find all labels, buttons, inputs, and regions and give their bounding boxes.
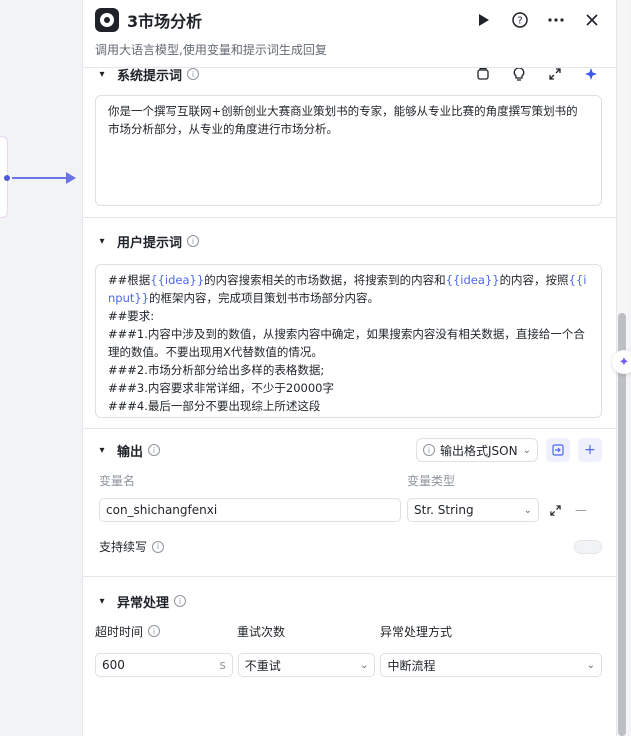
chevron-down-icon[interactable]: ▾ — [95, 445, 109, 456]
retry-value: 不重试 — [244, 658, 281, 673]
exception-section: ▾ 异常处理 i 超时时间 i 重试次数 异常处理方式 600 s 不重试 ⌄ … — [83, 577, 616, 677]
output-section: ▾ 输出 i i 输出格式JSON ⌄ + 变量名 变量类型 con_shich… — [83, 429, 616, 577]
play-icon[interactable] — [472, 8, 496, 32]
prompt-variable: {{idea}} — [445, 273, 500, 287]
info-icon: i — [152, 540, 165, 553]
chevron-down-icon[interactable]: ▾ — [95, 69, 109, 80]
more-icon[interactable] — [544, 8, 568, 32]
retry-select[interactable]: 不重试 ⌄ — [237, 653, 376, 677]
chevron-down-icon: ⌄ — [522, 444, 531, 456]
var-type-value: Str. String — [414, 503, 474, 517]
user-prompt-title: 用户提示词 — [117, 235, 183, 251]
timeout-unit: s — [219, 658, 226, 672]
node-description: 调用大语言模型,使用变量和提示词生成回复 — [95, 43, 327, 57]
continue-write-label: 支持续写 — [99, 540, 148, 554]
info-icon: i — [148, 625, 161, 637]
question-icon[interactable]: ? — [508, 8, 532, 32]
output-format-select[interactable]: i 输出格式JSON ⌄ — [416, 438, 538, 462]
ai-assistant-icon[interactable]: ✦ — [612, 350, 631, 374]
var-type-label: 变量类型 — [407, 473, 456, 488]
system-prompt-section: ▾ 系统提示词 i 你是一个撰写互联网+创新创业大赛商业策划书的专家，能够从专业… — [83, 66, 616, 218]
var-name-label: 变量名 — [99, 473, 136, 488]
system-prompt-textarea[interactable]: 你是一个撰写互联网+创新创业大赛商业策划书的专家，能够从专业比赛的角度撰写策划书… — [95, 95, 602, 206]
continue-write-toggle[interactable] — [574, 539, 602, 554]
prompt-variable: {{idea}} — [150, 273, 205, 287]
output-title: 输出 — [117, 444, 144, 460]
exception-method-value: 中断流程 — [387, 658, 436, 673]
close-icon[interactable] — [580, 8, 604, 32]
info-icon: i — [423, 444, 436, 456]
connector-dot[interactable] — [4, 175, 10, 181]
info-icon: i — [187, 235, 200, 247]
workflow-canvas — [0, 0, 82, 736]
expand-icon[interactable] — [545, 504, 565, 516]
svg-text:?: ? — [517, 16, 522, 27]
timeout-label: 超时时间 — [95, 624, 144, 639]
exception-method-select[interactable]: 中断流程 ⌄ — [380, 653, 603, 677]
var-type-select[interactable]: Str. String ⌄ — [407, 498, 539, 522]
user-prompt-section: ▾ 用户提示词 i ##根据{{idea}}的内容搜索相关的市场数据，将搜索到的… — [83, 218, 616, 429]
connector-line — [12, 177, 74, 179]
user-prompt-textarea[interactable]: ##根据{{idea}}的内容搜索相关的市场数据，将搜索到的内容和{{idea}… — [95, 264, 602, 418]
chevron-down-icon: ⌄ — [523, 504, 532, 516]
exception-method-label: 异常处理方式 — [380, 624, 453, 639]
remove-icon[interactable]: — — [571, 503, 591, 517]
output-format-label: 输出格式JSON — [440, 443, 518, 458]
exception-title: 异常处理 — [117, 595, 170, 611]
chevron-down-icon[interactable]: ▾ — [95, 596, 109, 607]
chevron-down-icon[interactable]: ▾ — [95, 236, 109, 247]
info-icon: i — [187, 68, 200, 80]
node-config-panel: 3市场分析 ? 调用大语言模型,使用变量和提示词生成回复 ▾ 系统提示词 i 你… — [82, 0, 616, 736]
scrollbar-thumb[interactable] — [618, 313, 626, 736]
chevron-down-icon: ⌄ — [360, 659, 369, 671]
panel-header: 3市场分析 ? 调用大语言模型,使用变量和提示词生成回复 — [83, 0, 616, 68]
timeout-value: 600 — [102, 658, 125, 672]
var-name-input[interactable]: con_shichangfenxi — [99, 498, 401, 522]
prompt-text: 的框架内容，完成项目策划书市场部分内容。 ##要求: ###1.内容中涉及到的数… — [108, 291, 585, 413]
prompt-text: ##根据 — [108, 273, 151, 287]
prompt-text: 的内容搜索相关的市场数据，将搜索到的内容和 — [204, 273, 446, 287]
timeout-input[interactable]: 600 s — [95, 653, 233, 677]
llm-node-icon — [95, 8, 119, 32]
info-icon: i — [174, 595, 187, 607]
prompt-text: 的内容，按照 — [499, 273, 569, 287]
retry-label: 重试次数 — [237, 624, 286, 639]
add-output-button[interactable]: + — [578, 438, 602, 462]
import-icon[interactable] — [546, 438, 570, 462]
chevron-down-icon: ⌄ — [586, 659, 596, 671]
node-title[interactable]: 3市场分析 — [127, 8, 460, 32]
info-icon: i — [148, 444, 161, 456]
connector-arrow-icon — [66, 172, 76, 184]
